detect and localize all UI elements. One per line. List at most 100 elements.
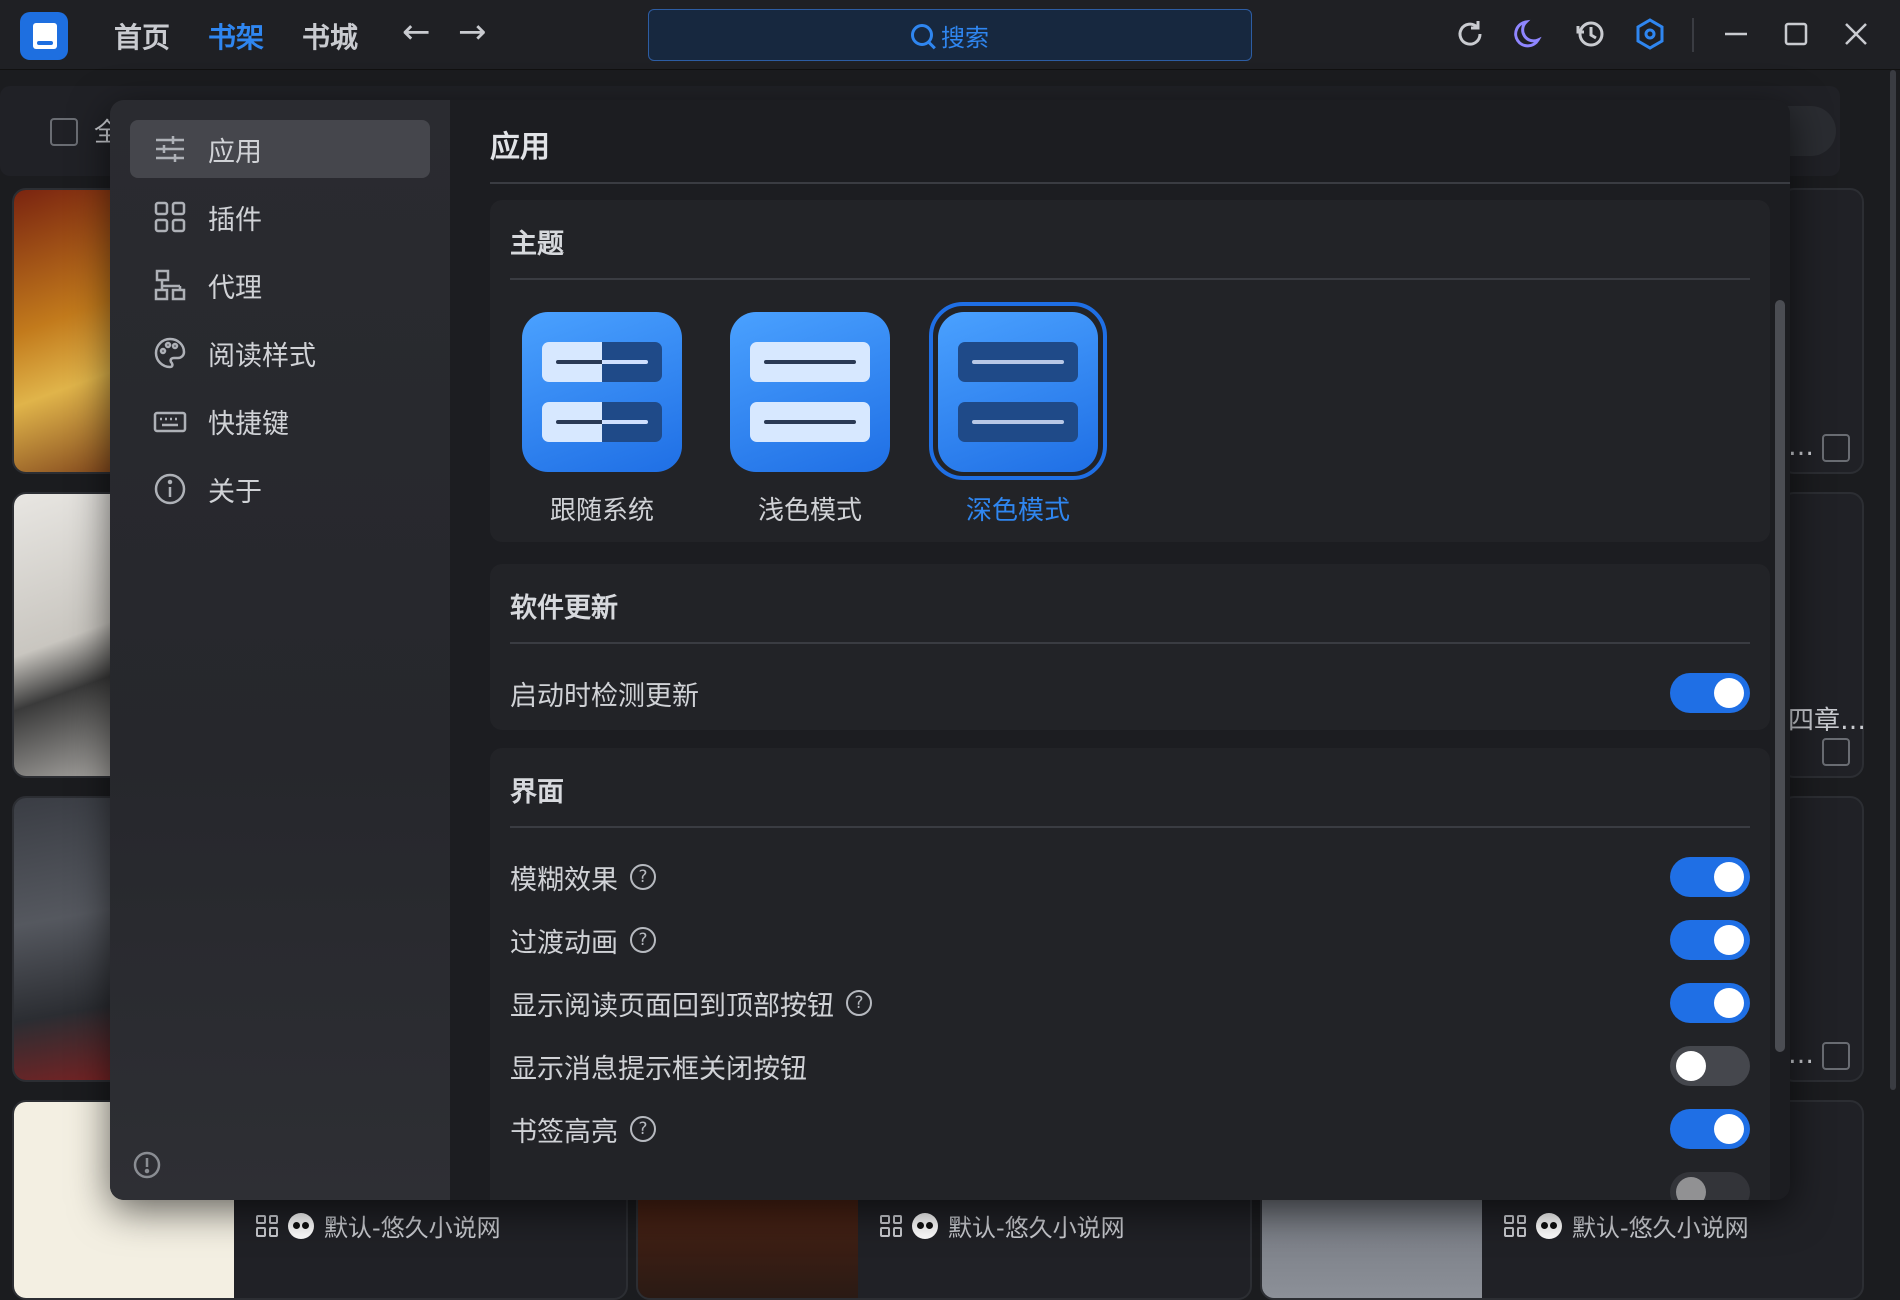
help-icon[interactable]: ? bbox=[630, 864, 656, 890]
update-section: 软件更新 启动时检测更新 bbox=[490, 564, 1770, 730]
page-scrollbar[interactable] bbox=[1890, 70, 1896, 1090]
info-icon bbox=[150, 469, 190, 509]
setting-row: 显示阅读页面回到顶部按钮 ? bbox=[510, 978, 1750, 1028]
alert-icon[interactable] bbox=[132, 1150, 162, 1180]
grid-icon bbox=[256, 1214, 278, 1237]
network-icon bbox=[150, 265, 190, 305]
check-update-toggle[interactable] bbox=[1670, 673, 1750, 713]
tab-home[interactable]: 首页 bbox=[114, 16, 170, 56]
transition-animation-toggle[interactable] bbox=[1670, 920, 1750, 960]
settings-dialog: 应用 插件 代理 阅读样式 快捷键 关于 应用 主题 跟随系统 浅色模式 深色模… bbox=[110, 100, 1790, 1200]
settings-sidebar: 应用 插件 代理 阅读样式 快捷键 关于 bbox=[110, 100, 450, 1200]
section-title: 主题 bbox=[510, 229, 564, 260]
sidebar-item-proxy[interactable]: 代理 bbox=[130, 256, 430, 314]
setting-row: 过渡动画 ? bbox=[510, 915, 1750, 965]
theme-option-light[interactable] bbox=[730, 312, 890, 472]
sidebar-item-app[interactable]: 应用 bbox=[130, 120, 430, 178]
sidebar-item-reading-style[interactable]: 阅读样式 bbox=[130, 324, 430, 382]
book-source-label: 默认-悠久小说网 bbox=[324, 1214, 501, 1242]
sliders-icon bbox=[150, 129, 190, 169]
section-divider bbox=[510, 826, 1750, 828]
help-icon[interactable]: ? bbox=[630, 1116, 656, 1142]
back-to-top-toggle[interactable] bbox=[1670, 983, 1750, 1023]
setting-label: 显示阅读页面回到顶部按钮 bbox=[510, 990, 834, 1022]
sidebar-item-shortcuts[interactable]: 快捷键 bbox=[130, 392, 430, 450]
settings-hex-icon[interactable] bbox=[1632, 16, 1668, 52]
search-bar[interactable]: 搜索 bbox=[648, 9, 1252, 61]
tab-bookstore[interactable]: 书城 bbox=[302, 16, 358, 56]
grid-icon bbox=[150, 197, 190, 237]
section-divider bbox=[510, 278, 1750, 280]
titlebar-divider bbox=[1692, 18, 1694, 52]
theme-option-label: 深色模式 bbox=[965, 496, 1070, 526]
setting-label: 过渡动画 bbox=[510, 927, 618, 959]
sidebar-item-label: 插件 bbox=[208, 204, 262, 236]
back-arrow-icon[interactable]: ← bbox=[402, 12, 431, 52]
book-source: 默认-悠久小说网 bbox=[880, 1208, 1125, 1243]
book-source: 默认-悠久小说网 bbox=[1504, 1208, 1749, 1243]
panda-icon bbox=[912, 1212, 938, 1239]
sidebar-item-label: 快捷键 bbox=[208, 408, 289, 440]
search-label: 搜索 bbox=[941, 23, 989, 52]
book-progress-text: … bbox=[1788, 432, 1814, 462]
book-source: 默认-悠久小说网 bbox=[256, 1208, 501, 1243]
title-bar: 首页 书架 书城 ← → 搜索 bbox=[0, 0, 1900, 70]
panda-icon bbox=[1536, 1212, 1562, 1239]
sidebar-item-label: 关于 bbox=[208, 476, 262, 508]
book-select-checkbox[interactable] bbox=[1822, 434, 1850, 462]
setting-label: 显示消息提示框关闭按钮 bbox=[510, 1053, 807, 1085]
app-logo-icon bbox=[20, 12, 68, 60]
close-window-icon[interactable] bbox=[1838, 16, 1874, 52]
search-icon bbox=[911, 24, 933, 46]
theme-option-system[interactable] bbox=[522, 312, 682, 472]
sidebar-item-label: 应用 bbox=[208, 136, 262, 168]
grid-icon bbox=[880, 1214, 902, 1237]
page-title: 应用 bbox=[490, 130, 550, 165]
help-icon[interactable]: ? bbox=[846, 990, 872, 1016]
book-select-checkbox[interactable] bbox=[1822, 1042, 1850, 1070]
title-divider bbox=[490, 182, 1790, 184]
book-progress-text: 四章… bbox=[1788, 706, 1867, 736]
message-close-button-toggle[interactable] bbox=[1670, 1046, 1750, 1086]
theme-option-label: 跟随系统 bbox=[549, 496, 654, 526]
minimize-icon[interactable] bbox=[1718, 16, 1754, 52]
setting-row: 启动时检测更新 bbox=[510, 668, 1750, 718]
section-divider bbox=[510, 642, 1750, 644]
panda-icon bbox=[288, 1212, 314, 1239]
sidebar-item-plugins[interactable]: 插件 bbox=[130, 188, 430, 246]
bookmark-highlight-toggle[interactable] bbox=[1670, 1109, 1750, 1149]
setting-row: 模糊效果 ? bbox=[510, 852, 1750, 902]
blur-effect-toggle[interactable] bbox=[1670, 857, 1750, 897]
setting-row: 书签高亮 ? bbox=[510, 1104, 1750, 1154]
setting-label: 启动时检测更新 bbox=[510, 680, 699, 712]
select-all-checkbox[interactable] bbox=[50, 118, 78, 146]
tab-bookshelf[interactable]: 书架 bbox=[208, 16, 264, 56]
theme-option-dark[interactable] bbox=[938, 312, 1098, 472]
setting-label: 书签高亮 bbox=[510, 1116, 618, 1148]
book-source-label: 默认-悠久小说网 bbox=[948, 1214, 1125, 1242]
dialog-scrollbar[interactable] bbox=[1775, 300, 1785, 1052]
book-select-checkbox[interactable] bbox=[1822, 738, 1850, 766]
maximize-icon[interactable] bbox=[1778, 16, 1814, 52]
theme-section: 主题 跟随系统 浅色模式 深色模式 bbox=[490, 200, 1770, 542]
grid-icon bbox=[1504, 1214, 1526, 1237]
refresh-icon[interactable] bbox=[1452, 16, 1488, 52]
section-title: 界面 bbox=[510, 777, 564, 808]
book-source-label: 默认-悠久小说网 bbox=[1572, 1214, 1749, 1242]
setting-row-cut-off bbox=[510, 1167, 1750, 1200]
palette-icon bbox=[150, 333, 190, 373]
sidebar-item-about[interactable]: 关于 bbox=[130, 460, 430, 518]
partial-toggle[interactable] bbox=[1670, 1172, 1750, 1200]
history-icon[interactable] bbox=[1572, 16, 1608, 52]
theme-option-label: 浅色模式 bbox=[757, 496, 862, 526]
sidebar-item-label: 阅读样式 bbox=[208, 340, 316, 372]
setting-label: 模糊效果 bbox=[510, 864, 618, 896]
help-icon[interactable]: ? bbox=[630, 927, 656, 953]
section-title: 软件更新 bbox=[510, 593, 618, 624]
keyboard-icon bbox=[150, 401, 190, 441]
setting-row: 显示消息提示框关闭按钮 bbox=[510, 1041, 1750, 1091]
forward-arrow-icon[interactable]: → bbox=[458, 12, 487, 52]
book-progress-text: … bbox=[1788, 1040, 1814, 1070]
moon-icon[interactable] bbox=[1512, 16, 1548, 52]
sidebar-item-label: 代理 bbox=[208, 272, 262, 304]
